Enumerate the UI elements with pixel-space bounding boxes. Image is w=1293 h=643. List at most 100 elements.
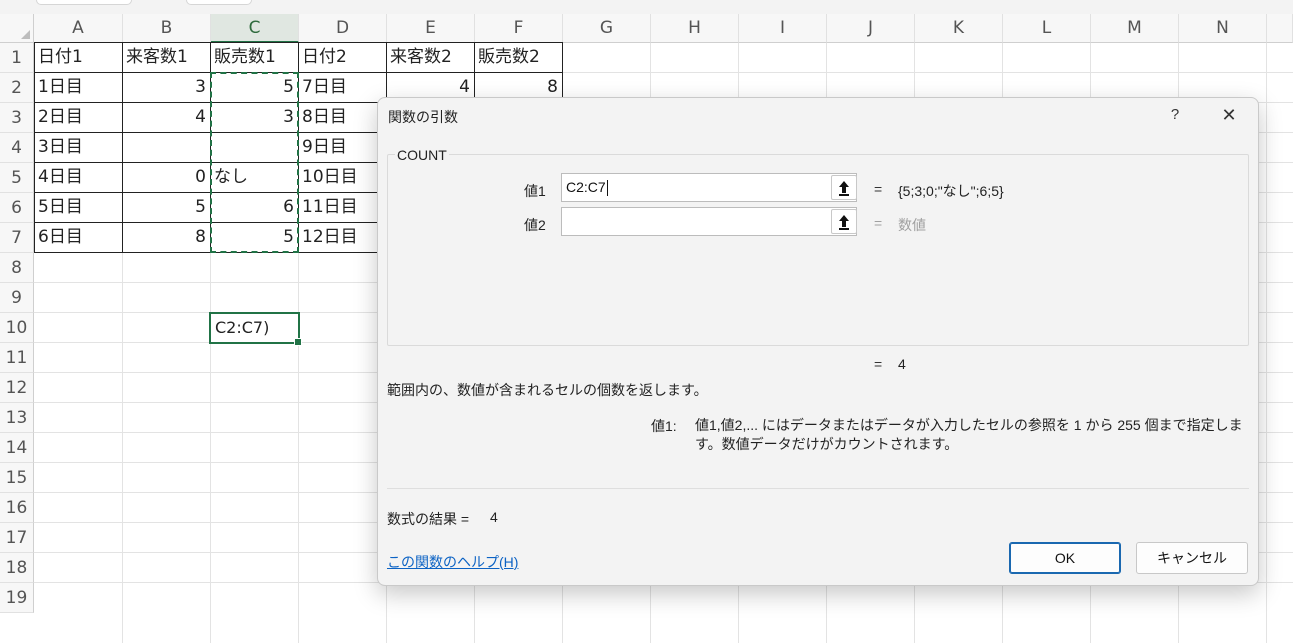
tab-hint xyxy=(36,0,132,5)
row-header-6[interactable]: 6 xyxy=(0,193,34,223)
row-header-12[interactable]: 12 xyxy=(0,373,34,403)
cell-b3[interactable]: 4 xyxy=(122,102,210,132)
cell-b7[interactable]: 8 xyxy=(122,222,210,252)
row-header-1[interactable]: 1 xyxy=(0,43,34,73)
formula-result-value: 4 xyxy=(490,509,498,525)
arg1-input[interactable]: C2:C7 xyxy=(561,173,857,202)
row-header-18[interactable]: 18 xyxy=(0,553,34,583)
arg1-equals: = xyxy=(874,181,883,197)
column-header-h[interactable]: H xyxy=(651,14,739,43)
row-header-8[interactable]: 8 xyxy=(0,253,34,283)
cell-d7[interactable]: 12日目 xyxy=(298,222,386,252)
arg-description-label: 値1: xyxy=(651,418,677,434)
arg1-value: C2:C7 xyxy=(566,179,606,195)
row-header-10[interactable]: 10 xyxy=(0,313,34,343)
cell-c5[interactable]: なし xyxy=(210,162,298,192)
dialog-title: 関数の引数 xyxy=(388,109,458,125)
cell-c7[interactable]: 5 xyxy=(210,222,298,252)
arg2-range-select-button[interactable] xyxy=(831,209,857,234)
column-header-c[interactable]: C xyxy=(211,14,299,43)
range-select-icon xyxy=(839,214,849,230)
function-result-equals: = xyxy=(874,356,883,372)
function-help-link[interactable]: この関数のヘルプ(H) xyxy=(387,552,518,572)
cell-c3[interactable]: 3 xyxy=(210,102,298,132)
column-header-d[interactable]: D xyxy=(299,14,387,43)
gridline xyxy=(1266,43,1267,643)
cell-b6[interactable]: 5 xyxy=(122,192,210,222)
function-arguments-dialog: 関数の引数 ? ✕ COUNT 値1 C2:C7 = {5;3;0;"なし";6… xyxy=(377,97,1259,586)
cell-d5[interactable]: 10日目 xyxy=(298,162,386,192)
row-header-3[interactable]: 3 xyxy=(0,103,34,133)
arg1-label: 値1 xyxy=(524,183,546,199)
row-header-15[interactable]: 15 xyxy=(0,463,34,493)
active-cell-c10[interactable]: C2:C7) xyxy=(209,312,302,346)
cell-c1[interactable]: 販売数1 xyxy=(210,42,298,72)
formula-result-label: 数式の結果 = xyxy=(387,511,470,527)
ribbon-edge xyxy=(0,0,1293,14)
text-caret xyxy=(606,180,608,197)
row-header-17[interactable]: 17 xyxy=(0,523,34,553)
function-result-value: 4 xyxy=(898,356,906,372)
row-header-16[interactable]: 16 xyxy=(0,493,34,523)
column-header-k[interactable]: K xyxy=(915,14,1003,43)
arg1-range-select-button[interactable] xyxy=(831,175,857,200)
cell-a3[interactable]: 2日目 xyxy=(34,102,122,132)
cell-d4[interactable]: 9日目 xyxy=(298,132,386,162)
column-header-l[interactable]: L xyxy=(1003,14,1091,43)
help-icon[interactable]: ? xyxy=(1164,103,1186,127)
cell-b2[interactable]: 3 xyxy=(122,72,210,102)
ok-button[interactable]: OK xyxy=(1009,542,1121,574)
separator xyxy=(387,488,1249,489)
function-description: 範囲内の、数値が含まれるセルの個数を返します。 xyxy=(387,382,708,398)
cell-a5[interactable]: 4日目 xyxy=(34,162,122,192)
close-icon[interactable]: ✕ xyxy=(1216,103,1242,127)
cell-d3[interactable]: 8日目 xyxy=(298,102,386,132)
column-header-b[interactable]: B xyxy=(123,14,211,43)
cell-c6[interactable]: 6 xyxy=(210,192,298,222)
arg-description: 値1,値2,... にはデータまたはデータが入力したセルの参照を 1 から 25… xyxy=(695,417,1243,452)
arg1-result: {5;3;0;"なし";6;5} xyxy=(898,183,1004,199)
column-header-f[interactable]: F xyxy=(475,14,563,43)
cell-a4[interactable]: 3日目 xyxy=(34,132,122,162)
cell-b4[interactable] xyxy=(122,132,210,162)
row-header-4[interactable]: 4 xyxy=(0,133,34,163)
row-header-2[interactable]: 2 xyxy=(0,73,34,103)
row-header-19[interactable]: 19 xyxy=(0,583,34,613)
cell-f1[interactable]: 販売数2 xyxy=(474,42,562,72)
arg2-equals: = xyxy=(874,215,883,231)
arg2-label: 値2 xyxy=(524,217,546,233)
cell-d1[interactable]: 日付2 xyxy=(298,42,386,72)
row-header-11[interactable]: 11 xyxy=(0,343,34,373)
cell-d6[interactable]: 11日目 xyxy=(298,192,386,222)
cell-e1[interactable]: 来客数2 xyxy=(386,42,474,72)
cell-a2[interactable]: 1日目 xyxy=(34,72,122,102)
cell-a7[interactable]: 6日目 xyxy=(34,222,122,252)
cancel-button[interactable]: キャンセル xyxy=(1136,542,1248,574)
row-header-9[interactable]: 9 xyxy=(0,283,34,313)
cell-c2[interactable]: 5 xyxy=(210,72,298,102)
cell-b5[interactable]: 0 xyxy=(122,162,210,192)
row-header-13[interactable]: 13 xyxy=(0,403,34,433)
column-header-m[interactable]: M xyxy=(1091,14,1179,43)
arg2-input[interactable] xyxy=(561,207,857,236)
column-header-e[interactable]: E xyxy=(387,14,475,43)
column-header-g[interactable]: G xyxy=(563,14,651,43)
column-header-j[interactable]: J xyxy=(827,14,915,43)
cell-d2[interactable]: 7日目 xyxy=(298,72,386,102)
row-header-7[interactable]: 7 xyxy=(0,223,34,253)
tab-hint xyxy=(186,0,252,5)
column-header-a[interactable]: A xyxy=(34,14,123,43)
range-select-icon xyxy=(839,180,849,196)
column-header-i[interactable]: I xyxy=(739,14,827,43)
row-header-5[interactable]: 5 xyxy=(0,163,34,193)
cell-c4[interactable] xyxy=(210,132,298,162)
select-all-corner[interactable] xyxy=(0,14,34,43)
column-header-n[interactable]: N xyxy=(1179,14,1267,43)
cell-a6[interactable]: 5日目 xyxy=(34,192,122,222)
arg2-result-placeholder: 数値 xyxy=(898,217,926,233)
cell-a1[interactable]: 日付1 xyxy=(34,42,122,72)
function-name: COUNT xyxy=(395,147,449,163)
column-header-partial[interactable] xyxy=(1267,14,1293,43)
cell-b1[interactable]: 来客数1 xyxy=(122,42,210,72)
row-header-14[interactable]: 14 xyxy=(0,433,34,463)
